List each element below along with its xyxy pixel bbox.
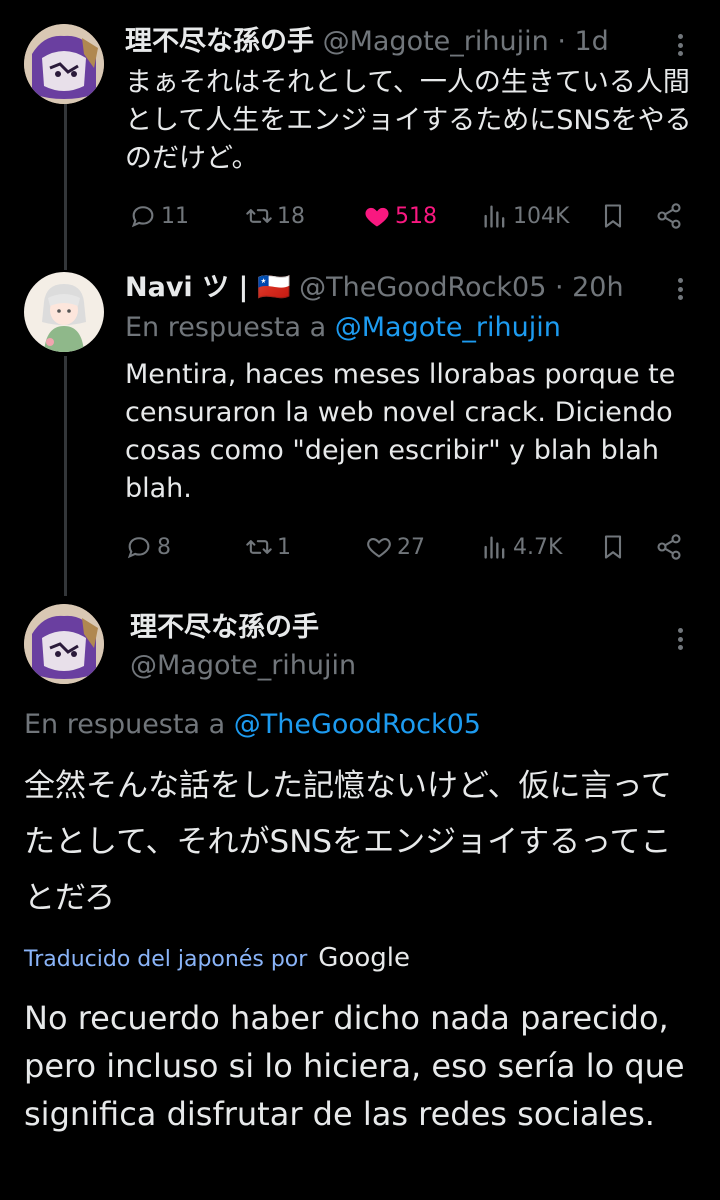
tweet2-actions: 8 1 27 4.7K xyxy=(125,527,695,567)
author-name[interactable]: 理不尽な孫の手 xyxy=(130,610,319,646)
views-icon xyxy=(484,536,505,559)
views-count: 104K xyxy=(513,203,570,229)
tweet1-text: まぁそれはそれとして、一人の生きている人間として人生をエンジョイするためにSNS… xyxy=(125,67,692,174)
translated-text: No recuerdo haber dicho nada parecido, p… xyxy=(24,999,685,1133)
retweet-button[interactable]: 1 xyxy=(245,527,291,567)
avatar-magote[interactable] xyxy=(24,24,104,104)
translated-by-label: Traducido del japonés por xyxy=(24,947,308,972)
author-handle[interactable]: @Magote_rihujin xyxy=(130,648,356,684)
reply-icon xyxy=(131,206,154,228)
reply-button[interactable]: 11 xyxy=(129,196,189,236)
tweet1-header: 理不尽な孫の手 @Magote_rihujin · 1d xyxy=(125,24,609,60)
reply-context: En respuesta a @TheGoodRock05 xyxy=(24,707,481,743)
share-icon xyxy=(657,203,681,229)
retweet-icon xyxy=(246,209,272,223)
like-count: 27 xyxy=(397,534,425,560)
views-icon xyxy=(484,205,505,228)
more-icon[interactable] xyxy=(670,624,690,654)
views-count: 4.7K xyxy=(513,534,563,560)
share-icon xyxy=(657,534,681,560)
like-button[interactable]: 27 xyxy=(365,527,425,567)
share-button[interactable] xyxy=(655,196,683,236)
like-count: 518 xyxy=(395,203,437,229)
retweet-count: 18 xyxy=(277,203,305,229)
heart-filled-icon xyxy=(365,207,389,227)
views-button[interactable]: 4.7K xyxy=(481,527,562,567)
reply-context: En respuesta a @Magote_rihujin xyxy=(125,310,561,346)
more-icon[interactable] xyxy=(670,274,690,304)
tweet3-text: 全然そんな話をした記憶ないけど、仮に言ってたとして、それがSNSをエンジョイする… xyxy=(24,768,672,916)
retweet-icon xyxy=(246,540,272,554)
more-icon[interactable] xyxy=(670,30,690,60)
flag-icon: 🇨🇱 xyxy=(256,272,291,303)
reply-to-link[interactable]: @Magote_rihujin xyxy=(335,312,561,343)
avatar-image xyxy=(24,24,104,104)
author-handle-text: @Magote_rihujin xyxy=(130,650,357,681)
reply-prefix: En respuesta a xyxy=(24,709,226,740)
bookmark-button[interactable] xyxy=(599,527,627,567)
author-handle[interactable]: @TheGoodRock05 xyxy=(299,272,546,303)
tweet2-text: Mentira, haces meses llorabas porque te … xyxy=(125,359,676,504)
retweet-count: 1 xyxy=(277,534,291,560)
timestamp[interactable]: · 1d xyxy=(557,26,608,57)
avatar-image xyxy=(24,604,104,684)
avatar-image xyxy=(24,272,104,352)
share-button[interactable] xyxy=(655,527,683,567)
author-name[interactable]: 理不尽な孫の手 xyxy=(125,26,314,57)
avatar-navi[interactable] xyxy=(24,272,104,352)
author-name-text: 理不尽な孫の手 xyxy=(130,612,319,643)
reply-count: 11 xyxy=(161,203,189,229)
tweet2-header: Navi ツ | 🇨🇱 @TheGoodRock05 · 20h xyxy=(125,270,624,306)
views-button[interactable]: 104K xyxy=(481,196,569,236)
tweet1-actions: 11 18 518 104K xyxy=(125,196,695,236)
avatar-magote[interactable] xyxy=(24,604,104,684)
thread-line xyxy=(64,100,67,270)
bookmark-icon xyxy=(604,535,622,559)
retweet-button[interactable]: 18 xyxy=(245,196,305,236)
reply-count: 8 xyxy=(157,534,171,560)
translation-attribution[interactable]: Traducido del japonés por Google xyxy=(24,942,410,976)
reply-to-link[interactable]: @TheGoodRock05 xyxy=(234,709,481,740)
reply-button[interactable]: 8 xyxy=(125,527,171,567)
bookmark-icon xyxy=(604,204,622,228)
reply-icon xyxy=(127,537,150,559)
timestamp[interactable]: · 20h xyxy=(555,272,624,303)
bookmark-button[interactable] xyxy=(599,196,627,236)
like-button[interactable]: 518 xyxy=(363,196,437,236)
author-handle[interactable]: @Magote_rihujin xyxy=(323,26,549,57)
heart-icon xyxy=(367,538,391,558)
google-logo: Google xyxy=(318,943,410,973)
reply-prefix: En respuesta a xyxy=(125,312,327,343)
author-name[interactable]: Navi ツ | xyxy=(125,272,248,303)
thread-line xyxy=(64,356,67,596)
